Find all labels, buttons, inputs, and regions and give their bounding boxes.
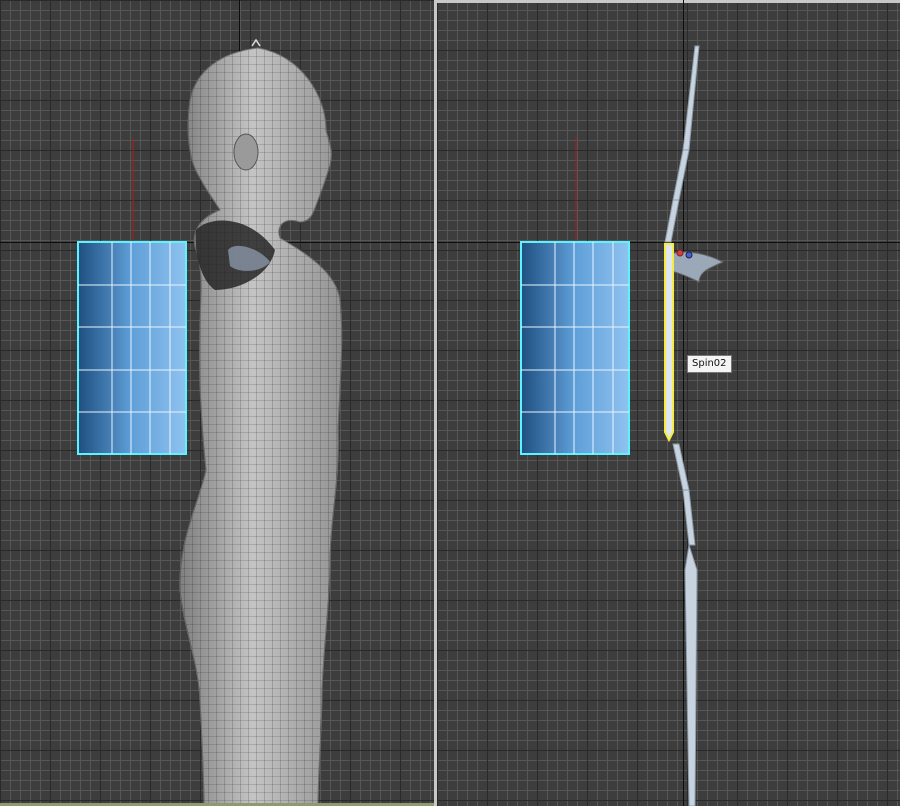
proxy-box-right[interactable] — [520, 241, 630, 455]
left-viewport[interactable] — [0, 0, 434, 806]
joint-marker-blue — [685, 251, 693, 259]
head-marker-icon — [251, 38, 261, 47]
bone-pelvis[interactable] — [682, 489, 696, 546]
bone-neck-lower[interactable] — [664, 199, 680, 243]
bone-spine-01[interactable] — [672, 443, 690, 491]
bone-clavicle-arm[interactable] — [666, 251, 725, 283]
bone-neck[interactable] — [672, 149, 690, 201]
ear-detail — [233, 133, 259, 171]
joint-marker-red — [676, 249, 684, 257]
proxy-box-left[interactable] — [77, 241, 187, 455]
left-scene — [77, 38, 343, 806]
right-viewport[interactable]: Spin02 — [437, 0, 900, 806]
character-mesh[interactable] — [179, 38, 343, 806]
bone-head[interactable] — [682, 45, 700, 151]
selection-tooltip: Spin02 — [687, 355, 732, 373]
bone-leg[interactable] — [684, 544, 698, 806]
bone-spine-02-selected[interactable] — [664, 243, 674, 443]
right-scene — [520, 45, 725, 806]
